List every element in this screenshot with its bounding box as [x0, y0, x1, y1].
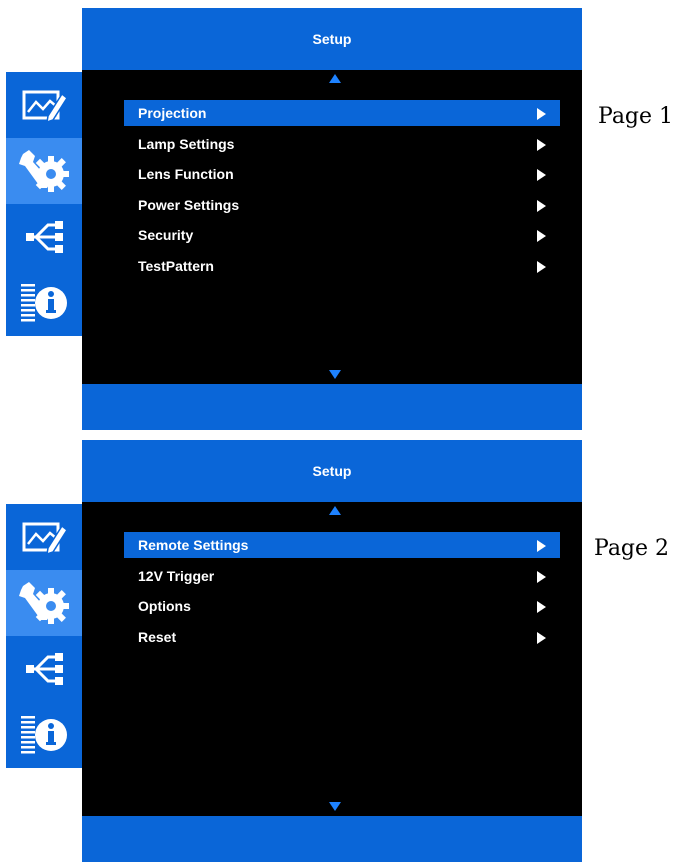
menu-item-lamp-settings[interactable]: Lamp Settings	[124, 131, 560, 157]
menu-item-label: 12V Trigger	[138, 567, 215, 584]
tab-info[interactable]	[6, 702, 82, 768]
menu-item-projection[interactable]: Projection	[124, 100, 560, 126]
submenu-arrow-icon	[537, 230, 546, 242]
submenu-arrow-icon	[537, 631, 546, 644]
menu-item-label: TestPattern	[138, 257, 214, 274]
usb-network-icon	[26, 653, 63, 685]
menu-item-label: Power Settings	[138, 196, 240, 213]
submenu-arrow-icon	[537, 169, 546, 181]
side-nav	[6, 72, 82, 336]
tab-setup[interactable]	[6, 138, 82, 204]
menu-item-remote-settings[interactable]: Remote Settings	[124, 532, 560, 558]
page-label: Page 1	[598, 104, 674, 129]
page-label: Page 2	[594, 536, 670, 561]
scroll-up-arrow-icon[interactable]	[329, 74, 341, 83]
submenu-arrow-icon	[537, 570, 546, 583]
submenu-arrow-icon	[537, 108, 546, 120]
menu-item-label: Remote Settings	[138, 537, 249, 553]
menu-item-reset[interactable]: Reset	[124, 624, 560, 650]
osd-footer-bar	[82, 384, 582, 430]
osd-menu-panel: Setup Projection Lamp Settings Lens Func…	[82, 8, 582, 430]
submenu-arrow-icon	[537, 260, 546, 273]
tab-image[interactable]	[6, 72, 82, 138]
menu-item-12v-trigger[interactable]: 12V Trigger	[124, 563, 560, 589]
menu-item-label: Projection	[138, 105, 207, 121]
info-icon	[21, 284, 67, 322]
menu-item-lens-function[interactable]: Lens Function	[124, 161, 560, 187]
osd-footer-bar	[82, 816, 582, 862]
tab-image[interactable]	[6, 504, 82, 570]
menu-item-label: Reset	[138, 628, 177, 645]
menu-item-testpattern[interactable]: TestPattern	[124, 253, 560, 279]
menu-item-security[interactable]: Security	[124, 222, 560, 248]
menu-title: Setup	[82, 8, 582, 70]
wrench-gear-icon	[19, 150, 69, 192]
osd-screen-page-2: Setup Remote Settings 12V Trigger Option…	[0, 432, 686, 862]
info-icon	[21, 716, 67, 754]
scroll-down-arrow-icon[interactable]	[329, 370, 341, 379]
image-edit-icon	[22, 90, 68, 124]
menu-list: Projection Lamp Settings Lens Function P…	[124, 100, 560, 283]
tab-network[interactable]	[6, 636, 82, 702]
menu-item-label: Security	[138, 227, 194, 243]
menu-item-options[interactable]: Options	[124, 593, 560, 619]
scroll-down-arrow-icon[interactable]	[329, 802, 341, 811]
submenu-arrow-icon	[537, 138, 546, 151]
usb-network-icon	[26, 221, 63, 253]
submenu-arrow-icon	[537, 540, 546, 552]
menu-list: Remote Settings 12V Trigger Options Rese…	[124, 532, 560, 654]
wrench-gear-icon	[19, 582, 69, 624]
tab-network[interactable]	[6, 204, 82, 270]
tab-info[interactable]	[6, 270, 82, 336]
scroll-up-arrow-icon[interactable]	[329, 506, 341, 515]
osd-screen-page-1: Setup Projection Lamp Settings Lens Func…	[0, 0, 686, 430]
menu-item-power-settings[interactable]: Power Settings	[124, 192, 560, 218]
menu-item-label: Lamp Settings	[138, 135, 235, 152]
image-edit-icon	[22, 522, 68, 556]
submenu-arrow-icon	[537, 601, 546, 613]
osd-menu-panel: Setup Remote Settings 12V Trigger Option…	[82, 440, 582, 862]
menu-item-label: Options	[138, 598, 191, 614]
menu-title: Setup	[82, 440, 582, 502]
side-nav	[6, 504, 82, 768]
tab-setup[interactable]	[6, 570, 82, 636]
menu-item-label: Lens Function	[138, 166, 234, 182]
submenu-arrow-icon	[537, 199, 546, 212]
